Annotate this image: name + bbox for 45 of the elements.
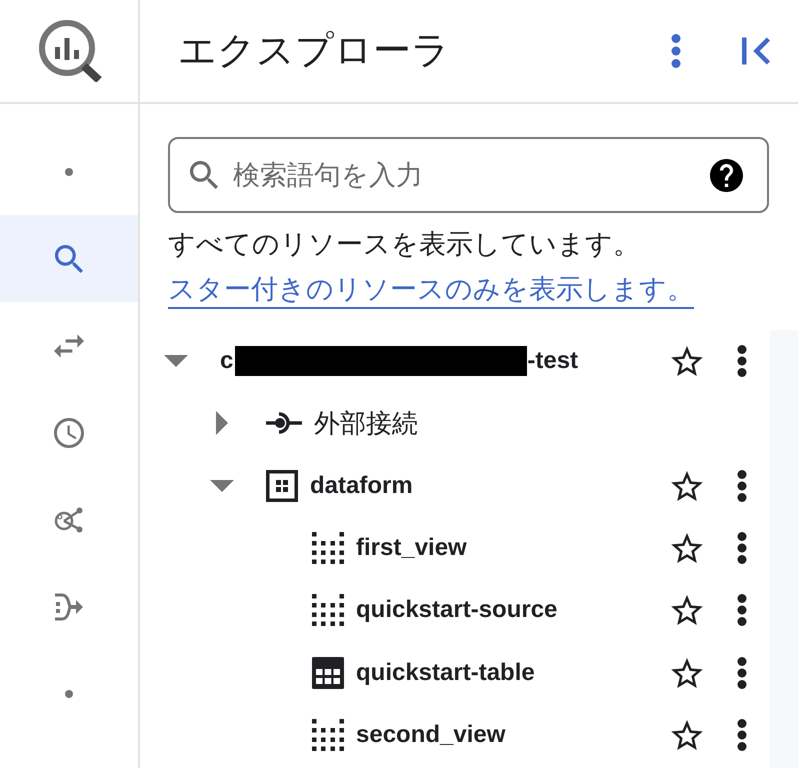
tree-label[interactable]: c <box>220 347 234 376</box>
more-menu-icon[interactable] <box>737 532 747 564</box>
merge-arrow-icon <box>54 592 84 622</box>
swap-arrows-icon <box>54 334 84 358</box>
more-menu-icon[interactable] <box>737 718 747 751</box>
search-input[interactable]: 検索語句を入力 <box>233 160 710 190</box>
table-icon <box>312 656 344 689</box>
dot-icon <box>65 168 73 176</box>
dot-icon <box>65 690 73 698</box>
star-icon[interactable] <box>671 720 703 750</box>
tree-label[interactable]: first_view <box>356 534 467 562</box>
node-graph-icon <box>54 506 84 532</box>
tree-label[interactable]: quickstart-table <box>356 658 535 687</box>
clock-icon <box>54 418 84 448</box>
caret-down-icon[interactable] <box>210 480 234 492</box>
star-icon[interactable] <box>671 533 703 564</box>
tree-label[interactable]: 外部接続 <box>314 406 418 441</box>
star-icon[interactable] <box>671 658 703 688</box>
search-icon <box>55 244 83 272</box>
caret-right-icon[interactable] <box>216 411 228 436</box>
dotted-grid-icon <box>312 718 344 751</box>
panel-title: エクスプローラ <box>178 29 451 74</box>
search-field[interactable]: 検索語句を入力 <box>168 137 769 213</box>
help-icon[interactable] <box>710 158 743 192</box>
search-icon <box>190 161 218 189</box>
connection-icon <box>266 411 302 436</box>
tree-label-suffix[interactable]: -test <box>527 347 578 376</box>
more-menu-icon[interactable] <box>737 345 747 378</box>
more-menu-icon[interactable] <box>737 656 747 689</box>
filter-notice: すべてのリソースを表示しています。 スター付きのリソースのみを表示します。 <box>168 228 695 306</box>
star-icon[interactable] <box>671 346 703 376</box>
caret-down-icon[interactable] <box>164 355 188 368</box>
more-menu-icon[interactable] <box>737 594 747 626</box>
star-icon[interactable] <box>671 595 703 626</box>
dotted-grid-icon <box>312 594 344 626</box>
dotted-grid-icon <box>312 532 344 564</box>
tree-label[interactable]: dataform <box>310 472 413 500</box>
more-menu-icon[interactable] <box>737 470 747 502</box>
star-icon[interactable] <box>671 470 703 501</box>
logo-icon <box>38 18 102 82</box>
starred-filter-link[interactable]: スター付きのリソースのみを表示します。 <box>168 274 694 304</box>
dataset-icon <box>266 470 298 502</box>
tree-label[interactable]: second_view <box>356 720 506 749</box>
collapse-panel-icon[interactable] <box>742 37 770 65</box>
tree-label[interactable]: quickstart-source <box>356 596 558 624</box>
